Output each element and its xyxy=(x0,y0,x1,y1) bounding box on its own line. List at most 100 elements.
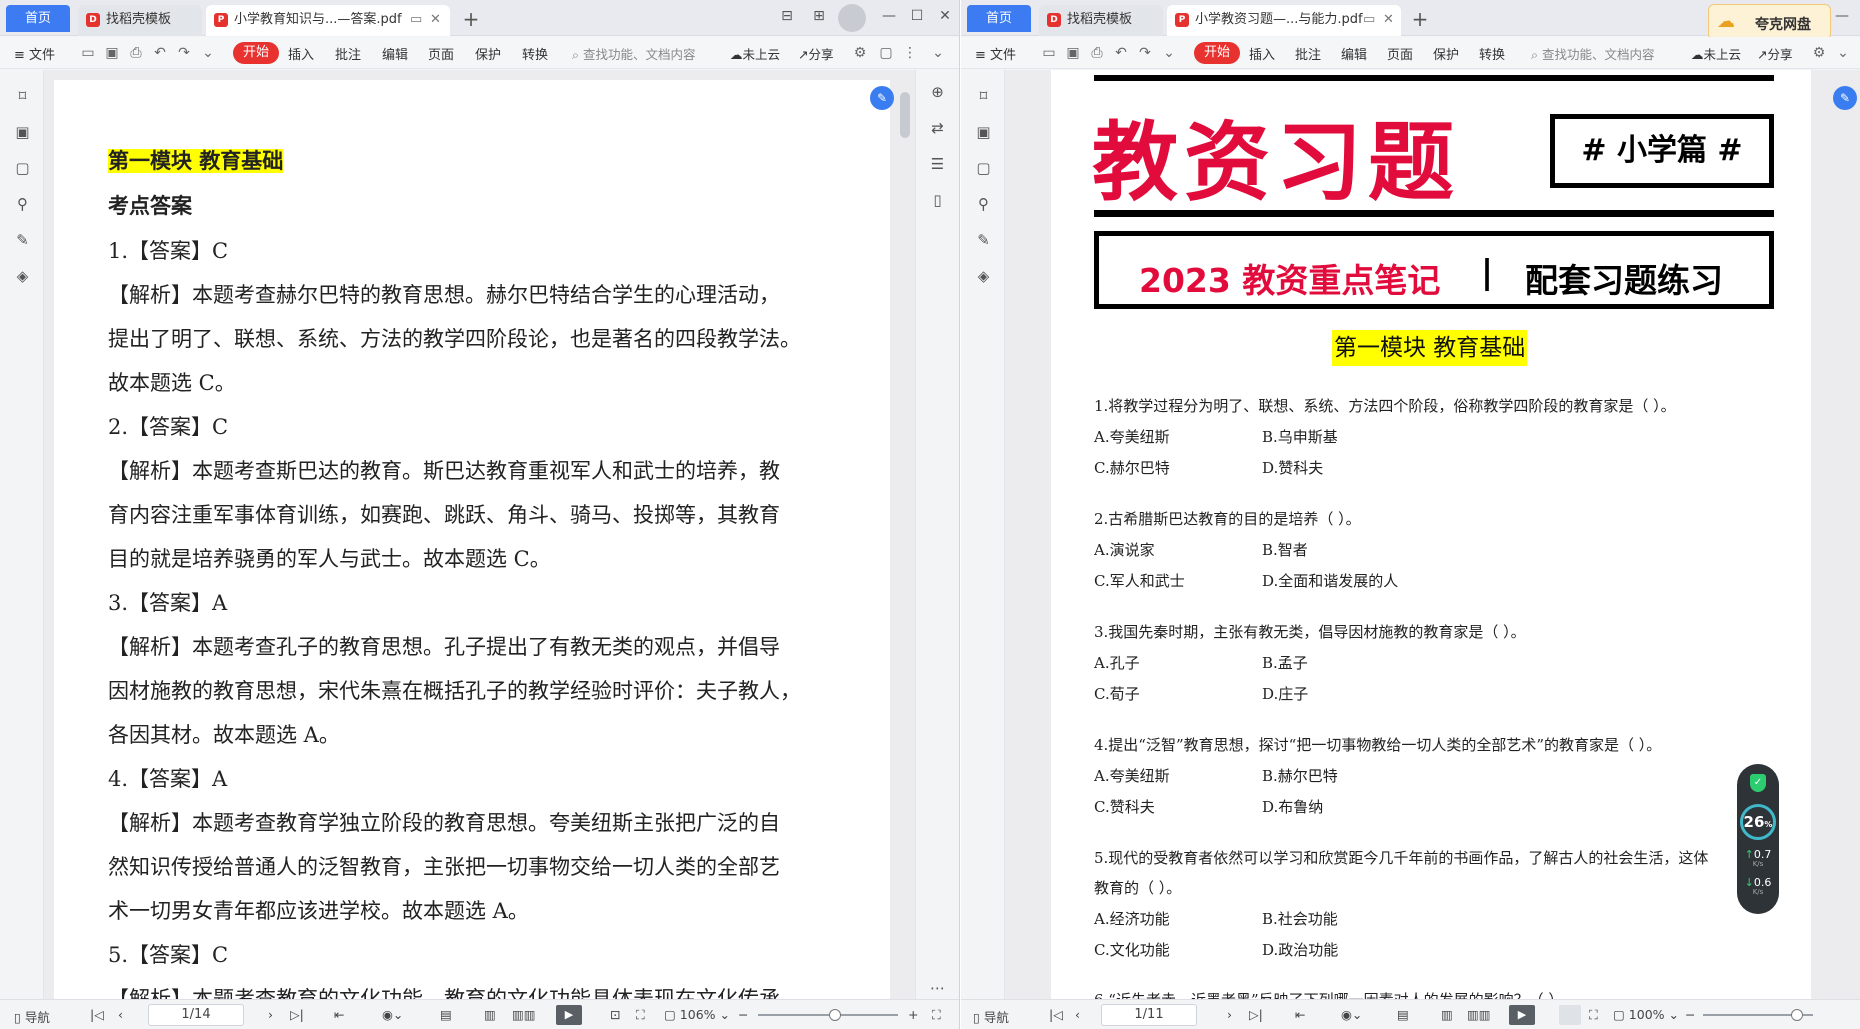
bookmark-icon[interactable]: ⌑ xyxy=(14,88,31,105)
layers-icon[interactable]: ◈ xyxy=(14,268,31,285)
comment-panel-icon[interactable]: ▢ xyxy=(14,160,31,177)
tab-annotate[interactable]: 批注 xyxy=(1295,44,1321,63)
cloud-status[interactable]: ☁未上云 xyxy=(730,44,780,63)
comment-icon[interactable]: ▢ xyxy=(878,45,894,61)
fit-page-icon[interactable]: ⛶ xyxy=(1589,1007,1598,1023)
close-tab-icon[interactable]: ✕ xyxy=(1383,5,1394,34)
avatar[interactable] xyxy=(838,4,866,32)
pin-icon[interactable]: ▭ xyxy=(410,5,422,34)
tab-protect[interactable]: 保护 xyxy=(475,44,501,63)
thumbnail-icon[interactable]: ▣ xyxy=(975,124,992,141)
tab-protect[interactable]: 保护 xyxy=(1433,44,1459,63)
print-icon[interactable]: ⎙ xyxy=(128,45,144,61)
page-number-field[interactable]: 1/11 xyxy=(1101,1004,1197,1026)
file-menu[interactable]: ≡ 文件 xyxy=(975,44,1016,63)
minimize-icon[interactable]: — xyxy=(878,8,900,24)
eye-protect-icon[interactable]: ◉⌄ xyxy=(1341,1007,1362,1022)
zoom-slider-knob[interactable] xyxy=(829,1009,841,1021)
gear-icon[interactable]: ⚙ xyxy=(1811,45,1827,61)
signature-icon[interactable]: ✎ xyxy=(14,232,31,249)
tab-template[interactable]: D 找稻壳模板 xyxy=(78,5,202,36)
maximize-icon[interactable]: ☐ xyxy=(906,8,928,24)
prev-page-icon[interactable]: ‹ xyxy=(1075,1007,1080,1022)
tab-page[interactable]: 页面 xyxy=(428,44,454,63)
tab-answer-pdf[interactable]: P 小学教育知识与...—答案.pdf ▭ ✕ xyxy=(206,5,450,36)
next-page-icon[interactable]: › xyxy=(1227,1007,1232,1022)
new-tab-icon[interactable]: + xyxy=(460,7,482,31)
zoom-out-icon[interactable]: − xyxy=(1685,1007,1695,1022)
single-page-icon[interactable]: ▤ xyxy=(1397,1007,1409,1022)
collapse-icon[interactable]: ⌄ xyxy=(930,45,946,61)
tab-page[interactable]: 页面 xyxy=(1387,44,1413,63)
eye-protect-icon[interactable]: ◉⌄ xyxy=(382,1007,403,1022)
nav-toggle[interactable]: ▯ 导航 xyxy=(14,1007,50,1026)
zoom-out-icon[interactable]: − xyxy=(738,1007,748,1022)
signature-icon[interactable]: ✎ xyxy=(975,232,992,249)
tab-home[interactable]: 首页 xyxy=(967,5,1031,32)
network-speed-widget[interactable]: ✓ 26% ↑0.7 K/s ↓0.6 K/s xyxy=(1737,764,1779,914)
collapse-icon[interactable]: ⌄ xyxy=(1835,45,1851,61)
tab-insert[interactable]: 插入 xyxy=(288,44,314,63)
fullscreen-icon[interactable]: ⛶ xyxy=(932,1007,941,1023)
next-page-icon[interactable]: › xyxy=(268,1007,273,1022)
play-icon[interactable]: ▶ xyxy=(1509,1005,1535,1025)
layout-icon[interactable]: ⊟ xyxy=(776,8,798,24)
share-button[interactable]: ↗分享 xyxy=(798,44,834,63)
page-number-field[interactable]: 1/14 xyxy=(148,1004,244,1026)
open-folder-icon[interactable]: ▭ xyxy=(80,45,96,61)
last-page-icon[interactable]: ▷| xyxy=(290,1007,304,1022)
play-icon[interactable]: ▶ xyxy=(556,1005,582,1025)
attachment-icon[interactable]: ⚲ xyxy=(14,196,31,213)
read-mode-icon[interactable]: ▯ xyxy=(929,192,946,209)
nav-toggle[interactable]: ▯ 导航 xyxy=(973,1007,1009,1026)
open-folder-icon[interactable]: ▭ xyxy=(1041,45,1057,61)
ai-assistant-icon[interactable]: ✎ xyxy=(1833,86,1857,110)
pin-icon[interactable]: ▭ xyxy=(1363,5,1375,34)
tab-template[interactable]: D 找稻壳模板 xyxy=(1039,5,1163,36)
comment-panel-icon[interactable]: ▢ xyxy=(975,160,992,177)
tab-edit[interactable]: 编辑 xyxy=(1341,44,1367,63)
tab-edit[interactable]: 编辑 xyxy=(382,44,408,63)
close-tab-icon[interactable]: ✕ xyxy=(430,5,441,34)
first-page-icon[interactable]: |◁ xyxy=(90,1007,104,1022)
last-page-icon[interactable]: ▷| xyxy=(1249,1007,1263,1022)
zoom-search-icon[interactable]: ⊕ xyxy=(929,84,946,101)
layers-icon[interactable]: ◈ xyxy=(975,268,992,285)
save-icon[interactable]: ▣ xyxy=(104,45,120,61)
gear-icon[interactable]: ⚙ xyxy=(852,45,868,61)
tab-convert[interactable]: 转换 xyxy=(1479,44,1505,63)
read-view-icon[interactable]: ▥ xyxy=(484,1007,496,1022)
file-menu[interactable]: ≡ 文件 xyxy=(14,44,55,63)
zoom-slider-knob[interactable] xyxy=(1790,1009,1803,1021)
quark-cloud-button[interactable]: ☁ 夸克网盘 xyxy=(1708,4,1831,40)
actual-size-icon[interactable]: ⊡ xyxy=(610,1007,620,1022)
tab-start[interactable]: 开始 xyxy=(233,42,280,64)
fit-page-icon[interactable]: ⛶ xyxy=(636,1007,645,1023)
tab-insert[interactable]: 插入 xyxy=(1249,44,1275,63)
double-page-icon[interactable]: ▥▥ xyxy=(512,1007,536,1022)
more-icon[interactable]: ⋮ xyxy=(902,45,918,61)
grid-apps-icon[interactable]: ⊞ xyxy=(808,8,830,24)
vertical-scrollbar-thumb[interactable] xyxy=(900,92,910,138)
tab-convert[interactable]: 转换 xyxy=(522,44,548,63)
share-button[interactable]: ↗分享 xyxy=(1757,44,1793,63)
undo-icon[interactable]: ↶ xyxy=(1113,45,1129,61)
exit-icon[interactable]: ⇤ xyxy=(1295,1007,1305,1022)
tab-annotate[interactable]: 批注 xyxy=(335,44,361,63)
chevron-down-icon[interactable]: ⌄ xyxy=(200,45,216,61)
settings-sliders-icon[interactable]: ☰ xyxy=(929,156,946,173)
double-page-icon[interactable]: ▥▥ xyxy=(1467,1007,1491,1022)
search-box[interactable]: ⌕ 查找功能、文档内容 xyxy=(572,44,696,63)
new-tab-icon[interactable]: + xyxy=(1409,7,1431,31)
cloud-status[interactable]: ☁未上云 xyxy=(1691,44,1741,63)
zoom-in-icon[interactable]: + xyxy=(908,1007,918,1022)
zoom-slider[interactable] xyxy=(758,1014,898,1016)
single-page-icon[interactable]: ▤ xyxy=(440,1007,452,1022)
tab-home[interactable]: 首页 xyxy=(6,5,70,32)
bookmark-icon[interactable]: ⌑ xyxy=(975,88,992,105)
first-page-icon[interactable]: |◁ xyxy=(1049,1007,1063,1022)
print-icon[interactable]: ⎙ xyxy=(1089,45,1105,61)
search-box[interactable]: ⌕ 查找功能、文档内容 xyxy=(1531,44,1655,63)
exit-icon[interactable]: ⇤ xyxy=(334,1007,344,1022)
zoom-select[interactable]: ▢ 106% ⌄ xyxy=(664,1007,730,1022)
